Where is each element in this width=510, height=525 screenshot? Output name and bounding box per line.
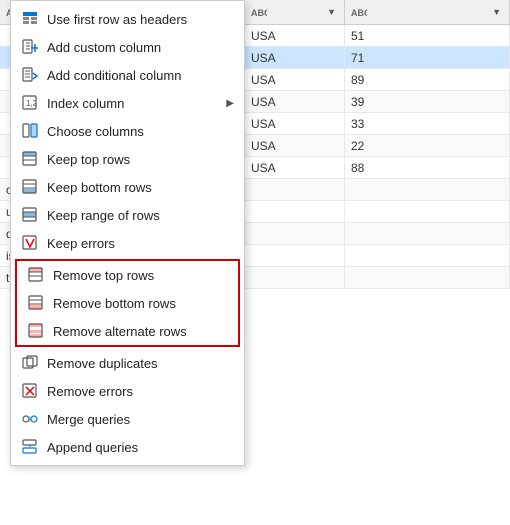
cell-country: USA: [245, 69, 345, 90]
cell-units: 51: [345, 25, 510, 46]
menu-icon-keep-errors: [21, 234, 39, 252]
menu-icon-remove-duplicates: [21, 354, 39, 372]
menu-item-keep-bottom-rows[interactable]: Keep bottom rows: [11, 173, 244, 201]
menu-item-merge-queries[interactable]: Merge queries: [11, 405, 244, 433]
cell-country: USA: [245, 47, 345, 68]
menu-label-remove-alternate-rows: Remove alternate rows: [53, 324, 228, 339]
cell-country: [245, 245, 345, 266]
menu-item-keep-top-rows[interactable]: Keep top rows: [11, 145, 244, 173]
menu-label-remove-errors: Remove errors: [47, 384, 234, 399]
menu-label-remove-duplicates: Remove duplicates: [47, 356, 234, 371]
cell-units: 88: [345, 157, 510, 178]
cell-units: [345, 201, 510, 222]
cell-country: USA: [245, 25, 345, 46]
cell-units: 39: [345, 91, 510, 112]
menu-icon-keep-top: [21, 150, 39, 168]
type-icon-units: ABC: [351, 4, 367, 20]
cell-units: [345, 267, 510, 288]
col-header-units: ABC ▼: [345, 0, 510, 24]
menu-label-append-queries: Append queries: [47, 440, 234, 455]
menu-label-index-column: Index column: [47, 96, 218, 111]
menu-label-merge-queries: Merge queries: [47, 412, 234, 427]
menu-item-remove-top-rows[interactable]: Remove top rows: [17, 261, 238, 289]
cell-units: 33: [345, 113, 510, 134]
type-icon-country: ABC: [251, 4, 267, 20]
menu-label-use-first-row: Use first row as headers: [47, 12, 234, 27]
cell-country: [245, 223, 345, 244]
cell-country: USA: [245, 91, 345, 112]
cell-country: USA: [245, 135, 345, 156]
menu-icon-remove-errors: [21, 382, 39, 400]
cell-units: 22: [345, 135, 510, 156]
menu-icon-merge: [21, 410, 39, 428]
cell-country: [245, 267, 345, 288]
submenu-arrow: ▶: [226, 98, 234, 109]
svg-text:ABC: ABC: [351, 8, 367, 18]
cell-country: USA: [245, 157, 345, 178]
cell-units: [345, 179, 510, 200]
menu-item-keep-errors[interactable]: Keep errors: [11, 229, 244, 257]
menu-icon-choose-columns: [21, 122, 39, 140]
menu-item-choose-columns[interactable]: Choose columns: [11, 117, 244, 145]
context-menu: Use first row as headers Add custom colu…: [10, 0, 245, 466]
filter-btn-units[interactable]: ▼: [490, 6, 503, 18]
menu-icon-table-header: [21, 10, 39, 28]
menu-label-add-custom-column: Add custom column: [47, 40, 234, 55]
menu-item-index-column[interactable]: 1,2 Index column ▶: [11, 89, 244, 117]
main-container: ABC ▼ ABC ▼ ABC ▼ USA: [0, 0, 510, 525]
menu-item-remove-alternate-rows[interactable]: Remove alternate rows: [17, 317, 238, 345]
cell-units: 89: [345, 69, 510, 90]
menu-label-keep-errors: Keep errors: [47, 236, 234, 251]
col-header-country: ABC ▼: [245, 0, 345, 24]
menu-item-add-conditional-column[interactable]: Add conditional column: [11, 61, 244, 89]
menu-label-keep-bottom-rows: Keep bottom rows: [47, 180, 234, 195]
menu-item-use-first-row[interactable]: Use first row as headers: [11, 5, 244, 33]
menu-icon-remove-top: [27, 266, 45, 284]
cell-units: [345, 245, 510, 266]
menu-item-remove-duplicates[interactable]: Remove duplicates: [11, 349, 244, 377]
menu-icon-append: [21, 438, 39, 456]
svg-text:1,2: 1,2: [26, 99, 38, 108]
menu-label-remove-top-rows: Remove top rows: [53, 268, 228, 283]
menu-icon-add-column: [21, 38, 39, 56]
filter-btn-country[interactable]: ▼: [325, 6, 338, 18]
menu-icon-keep-range: [21, 206, 39, 224]
cell-units: 71: [345, 47, 510, 68]
menu-icon-conditional-column: [21, 66, 39, 84]
menu-item-add-custom-column[interactable]: Add custom column: [11, 33, 244, 61]
cell-country: [245, 179, 345, 200]
menu-item-append-queries[interactable]: Append queries: [11, 433, 244, 461]
menu-icon-index-column: 1,2: [21, 94, 39, 112]
menu-label-add-conditional-column: Add conditional column: [47, 68, 234, 83]
cell-units: [345, 223, 510, 244]
menu-item-remove-errors[interactable]: Remove errors: [11, 377, 244, 405]
menu-item-keep-range-of-rows[interactable]: Keep range of rows: [11, 201, 244, 229]
menu-label-keep-top-rows: Keep top rows: [47, 152, 234, 167]
cell-country: [245, 201, 345, 222]
menu-icon-remove-bottom: [27, 294, 45, 312]
cell-country: USA: [245, 113, 345, 134]
menu-label-remove-bottom-rows: Remove bottom rows: [53, 296, 228, 311]
menu-icon-keep-bottom: [21, 178, 39, 196]
menu-label-keep-range-of-rows: Keep range of rows: [47, 208, 234, 223]
menu-item-remove-bottom-rows[interactable]: Remove bottom rows: [17, 289, 238, 317]
svg-text:ABC: ABC: [251, 8, 267, 18]
menu-icon-remove-alternate: [27, 322, 45, 340]
menu-label-choose-columns: Choose columns: [47, 124, 234, 139]
